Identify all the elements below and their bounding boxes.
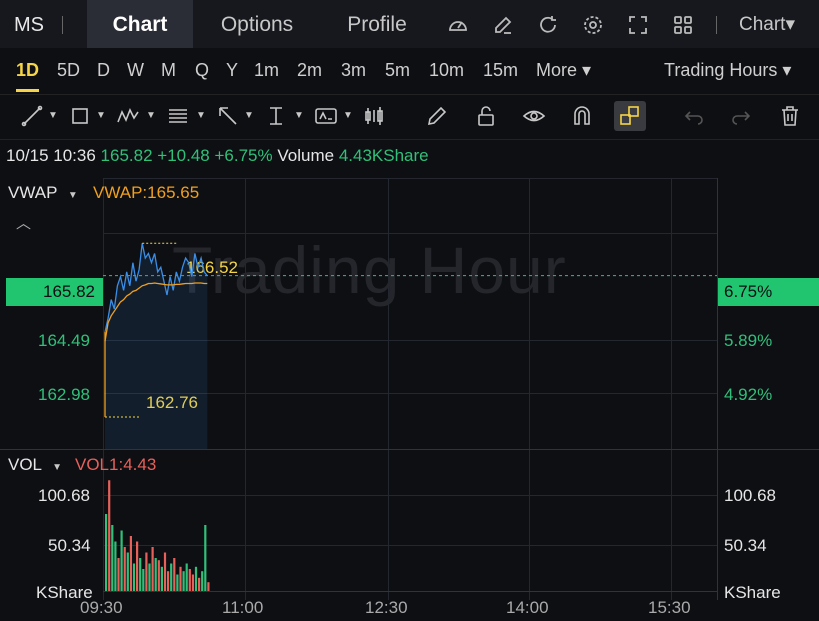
volume-bar [123, 547, 126, 591]
volume-bar [201, 571, 204, 591]
volume-bar [207, 582, 210, 591]
volume-bar [170, 563, 173, 591]
volume-bar [120, 530, 123, 591]
volume-bar [160, 566, 163, 591]
x-tick: 11:00 [222, 598, 264, 617]
x-tick: 15:30 [648, 598, 691, 617]
volume-bar [157, 560, 160, 591]
volume-bar [194, 566, 198, 591]
volume-bar [185, 563, 188, 591]
volume-bar [182, 571, 185, 591]
volume-bar [188, 569, 191, 591]
volume-bar [173, 558, 176, 591]
volume-bar [117, 558, 120, 591]
volume-bar [148, 563, 151, 591]
vol-value: VOL1:4.43 [75, 455, 157, 474]
volume-bar [129, 536, 132, 591]
vol-unit: KShare [724, 583, 781, 602]
volume-bar [114, 541, 117, 591]
volume-bar [126, 552, 129, 591]
volume-bar [105, 514, 108, 591]
volume-bar [204, 525, 207, 591]
volume-bar [176, 574, 179, 591]
volume-bar [108, 480, 111, 591]
volume-bar [145, 552, 148, 591]
volume-bar [132, 563, 136, 591]
volume-bar [136, 541, 139, 591]
vol-tick: 50.34 [48, 536, 91, 555]
volume-bar [154, 558, 157, 591]
x-tick: 12:30 [365, 598, 408, 617]
volume-bar [151, 547, 154, 591]
volume-bar [111, 525, 114, 591]
volume-bar [179, 566, 182, 591]
volume-bar [167, 571, 170, 591]
x-tick: 09:30 [80, 598, 123, 617]
volume-bar [139, 558, 142, 591]
vol-tick: 100.68 [38, 486, 90, 505]
x-tick: 14:00 [506, 598, 549, 617]
vol-tick: 100.68 [724, 486, 776, 505]
vol-tick: 50.34 [724, 536, 767, 555]
volume-bar [191, 574, 194, 591]
volume-bar [198, 577, 201, 591]
volume-bar [163, 552, 167, 591]
volume-bar [142, 569, 145, 591]
price-chart[interactable] [0, 0, 819, 621]
indicator-vol-label[interactable]: VOL ▼ [8, 455, 62, 475]
